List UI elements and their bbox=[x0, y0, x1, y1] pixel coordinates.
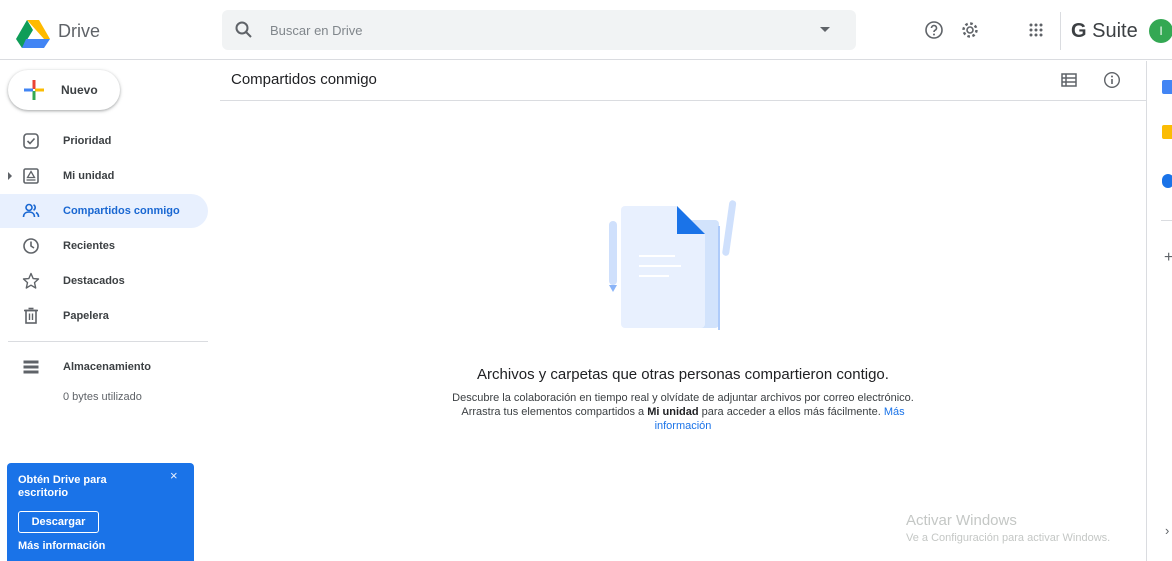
my-drive-bold-text: Mi unidad bbox=[647, 406, 699, 418]
main-content: Compartidos conmigo Archivos y carpetas … bbox=[220, 61, 1146, 561]
avatar[interactable]: I bbox=[1149, 19, 1172, 43]
search-icon[interactable] bbox=[234, 20, 254, 40]
list-view-icon[interactable] bbox=[1060, 71, 1078, 89]
sidebar-item-compartidos-conmigo[interactable]: Compartidos conmigo bbox=[0, 194, 208, 228]
search-bar[interactable] bbox=[222, 10, 856, 50]
shared-people-icon bbox=[22, 203, 40, 218]
search-input[interactable] bbox=[270, 10, 810, 50]
side-panel-divider bbox=[1161, 220, 1172, 221]
storage-used-text: 0 bytes utilizado bbox=[63, 391, 142, 403]
clock-icon bbox=[23, 238, 39, 254]
search-options-chevron-down-icon[interactable] bbox=[820, 27, 830, 32]
star-icon bbox=[22, 272, 40, 289]
sidebar-item-label: Recientes bbox=[63, 240, 115, 252]
sidebar-item-label: Compartidos conmigo bbox=[63, 205, 180, 217]
expand-panel-chevron-icon[interactable]: › bbox=[1165, 523, 1169, 538]
storage-icon bbox=[23, 360, 39, 374]
help-icon[interactable] bbox=[924, 20, 944, 40]
app-name[interactable]: Drive bbox=[58, 21, 100, 42]
my-drive-icon bbox=[23, 168, 39, 184]
apps-grid-icon[interactable] bbox=[1026, 20, 1046, 40]
tasks-icon[interactable] bbox=[1162, 174, 1172, 188]
info-icon[interactable] bbox=[1103, 71, 1121, 89]
promo-more-info-link[interactable]: Más información bbox=[18, 540, 105, 552]
plus-icon bbox=[24, 80, 44, 100]
sidebar-item-label: Destacados bbox=[63, 275, 125, 287]
sidebar-item-label: Mi unidad bbox=[63, 170, 115, 182]
new-button-label: Nuevo bbox=[61, 83, 98, 97]
side-panel: + › bbox=[1146, 61, 1172, 561]
windows-activation-title: Activar Windows bbox=[906, 512, 1017, 529]
add-addon-plus-icon[interactable]: + bbox=[1164, 249, 1172, 267]
empty-state-title: Archivos y carpetas que otras personas c… bbox=[477, 366, 889, 383]
download-button[interactable]: Descargar bbox=[18, 511, 99, 533]
sidebar-item-label: Papelera bbox=[63, 310, 109, 322]
empty-state-description: Descubre la colaboración en tiempo real … bbox=[452, 392, 914, 432]
drive-logo-icon[interactable] bbox=[16, 20, 50, 48]
top-bar: Drive G Suite I bbox=[0, 0, 1172, 60]
sidebar-item-label: Almacenamiento bbox=[63, 361, 152, 373]
page-title: Compartidos conmigo bbox=[231, 71, 377, 88]
gsuite-account-area[interactable]: G Suite I bbox=[1060, 12, 1172, 50]
new-button[interactable]: Nuevo bbox=[8, 70, 120, 110]
sidebar-item-papelera[interactable]: Papelera bbox=[0, 299, 208, 333]
close-icon[interactable]: × bbox=[170, 468, 178, 483]
settings-icon[interactable] bbox=[960, 20, 980, 40]
main-header: Compartidos conmigo bbox=[220, 61, 1146, 101]
sidebar: Nuevo Prioridad Mi unidad Compartidos co… bbox=[0, 61, 220, 561]
shared-files-illustration-icon bbox=[609, 200, 737, 330]
sidebar-divider bbox=[8, 341, 208, 342]
sidebar-item-almacenamiento[interactable]: Almacenamiento bbox=[0, 350, 208, 384]
promo-title: Obtén Drive para escritorio bbox=[18, 474, 107, 499]
sidebar-item-recientes[interactable]: Recientes bbox=[0, 229, 208, 263]
desktop-promo-banner: Obtén Drive para escritorio × Descargar … bbox=[7, 463, 194, 561]
calendar-icon[interactable] bbox=[1162, 80, 1172, 94]
keep-icon[interactable] bbox=[1162, 125, 1172, 139]
gsuite-logo: G Suite bbox=[1071, 20, 1138, 42]
check-box-icon bbox=[23, 133, 39, 149]
sidebar-item-destacados[interactable]: Destacados bbox=[0, 264, 208, 298]
sidebar-item-label: Prioridad bbox=[63, 135, 112, 147]
sidebar-item-mi-unidad[interactable]: Mi unidad bbox=[0, 159, 208, 193]
windows-activation-subtitle: Ve a Configuración para activar Windows. bbox=[906, 532, 1111, 544]
expand-arrow-icon[interactable] bbox=[8, 172, 12, 180]
trash-icon bbox=[24, 307, 38, 324]
sidebar-item-prioridad[interactable]: Prioridad bbox=[0, 124, 208, 158]
